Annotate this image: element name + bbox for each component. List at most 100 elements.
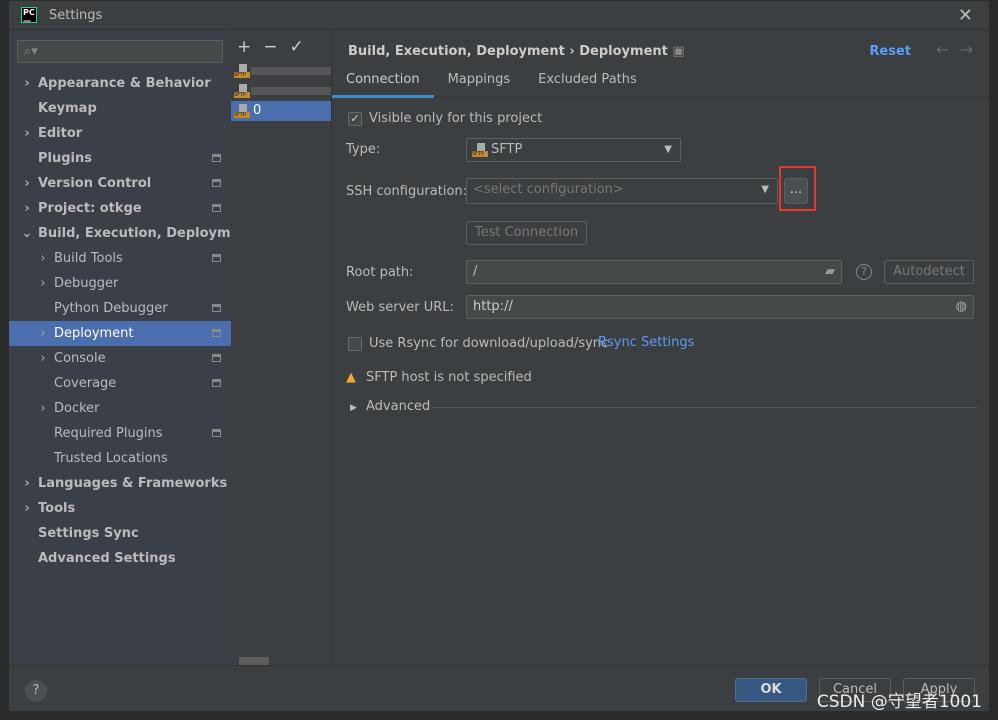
sidebar-item-label: Build Tools: [54, 251, 123, 266]
rsync-label: Use Rsync for download/upload/sync: [369, 336, 609, 351]
type-label: Type:: [346, 142, 381, 157]
search-input[interactable]: ⌕▾: [17, 40, 223, 63]
project-level-icon: [212, 254, 221, 262]
pycharm-logo-icon: PC —: [21, 7, 37, 25]
sidebar-item-label: Appearance & Behavior: [38, 76, 211, 91]
ok-button[interactable]: OK: [735, 678, 807, 702]
sidebar-item[interactable]: › Debugger: [9, 271, 231, 296]
help-button[interactable]: ?: [25, 680, 47, 702]
test-connection-button[interactable]: Test Connection: [466, 221, 587, 245]
sidebar-item[interactable]: › Languages & Frameworks: [9, 471, 231, 496]
deployment-panel: Build, Execution, Deployment › Deploymen…: [332, 30, 991, 665]
server-list-item[interactable]: SFTP: [231, 61, 331, 81]
sidebar-item[interactable]: › Tools: [9, 496, 231, 521]
advanced-section[interactable]: Advanced: [366, 399, 430, 414]
root-path-input[interactable]: / ▰: [466, 260, 842, 284]
sidebar-item[interactable]: Plugins: [9, 146, 231, 171]
project-level-icon: [212, 329, 221, 337]
sidebar-item-label: Trusted Locations: [54, 451, 168, 466]
rsync-settings-link[interactable]: Rsync Settings: [598, 335, 694, 350]
sidebar-item[interactable]: › Editor: [9, 121, 231, 146]
server-list-item[interactable]: SFTP: [231, 81, 331, 101]
root-path-label: Root path:: [346, 265, 414, 280]
breadcrumb: Build, Execution, Deployment › Deploymen…: [348, 44, 685, 59]
warning-icon: ▲: [346, 370, 356, 385]
chevron-down-icon[interactable]: ⌄: [21, 221, 33, 246]
sftp-server-icon: SFTP: [234, 84, 250, 98]
settings-tree: › Appearance & Behavior Keymap › Editor Plugi…: [9, 71, 255, 571]
watermark: CSDN @守望者1001: [816, 692, 982, 712]
sidebar-item-label: Deployment: [54, 326, 134, 341]
folder-icon[interactable]: ▰: [825, 261, 835, 283]
project-level-icon: [212, 154, 221, 162]
project-level-icon: [212, 429, 221, 437]
chevron-right-icon[interactable]: ›: [37, 396, 49, 421]
sidebar-item[interactable]: › Deployment: [9, 321, 231, 346]
chevron-right-icon[interactable]: ›: [21, 71, 33, 96]
visible-only-checkbox[interactable]: ✓: [348, 112, 362, 126]
chevron-right-icon[interactable]: ›: [37, 346, 49, 371]
ssh-config-select[interactable]: <select configuration> ▼: [466, 178, 778, 204]
autodetect-button[interactable]: Autodetect: [884, 260, 974, 284]
sidebar-item[interactable]: › Console: [9, 346, 231, 371]
sidebar-item[interactable]: › Version Control: [9, 171, 231, 196]
sidebar-item-label: Debugger: [54, 276, 119, 291]
chevron-right-icon[interactable]: ›: [21, 471, 33, 496]
sidebar-item[interactable]: Settings Sync: [9, 521, 231, 546]
web-server-url-label: Web server URL:: [346, 300, 454, 315]
tab-mappings[interactable]: Mappings: [434, 68, 525, 98]
sidebar-item[interactable]: ⌄ Build, Execution, Deployment: [9, 221, 255, 246]
ssh-config-label: SSH configuration:: [346, 184, 468, 199]
sidebar-item[interactable]: › Project: otkge: [9, 196, 231, 221]
settings-sidebar: ⌕▾ › Appearance & Behavior Keymap › Editor Pl…: [9, 30, 255, 665]
close-icon[interactable]: ✕: [958, 5, 973, 26]
sidebar-item[interactable]: Python Debugger: [9, 296, 231, 321]
tab-excluded-paths[interactable]: Excluded Paths: [524, 68, 651, 98]
warning-text: SFTP host is not specified: [366, 370, 532, 385]
web-server-url-input[interactable]: http://◍: [466, 295, 974, 319]
tab-bar: Connection Mappings Excluded Paths: [332, 68, 991, 98]
expand-arrow-icon[interactable]: ▶: [350, 403, 357, 413]
sidebar-item[interactable]: › Docker: [9, 396, 231, 421]
back-forward-icons[interactable]: ← →: [936, 40, 973, 59]
chevron-right-icon[interactable]: ›: [37, 321, 49, 346]
sidebar-item[interactable]: › Appearance & Behavior: [9, 71, 231, 96]
sidebar-item[interactable]: Required Plugins: [9, 421, 231, 446]
server-list-item[interactable]: SFTP 0: [231, 101, 331, 121]
chevron-right-icon[interactable]: ›: [37, 271, 49, 296]
sidebar-item-label: Console: [54, 351, 106, 366]
search-icon: ⌕▾: [24, 44, 38, 59]
chevron-right-icon[interactable]: ›: [21, 196, 33, 221]
set-default-button[interactable]: ✓: [290, 37, 304, 57]
title-bar: PC — Settings ✕: [9, 1, 989, 30]
sidebar-item[interactable]: Trusted Locations: [9, 446, 231, 471]
sidebar-item[interactable]: Coverage: [9, 371, 231, 396]
sidebar-item-label: Docker: [54, 401, 100, 416]
remove-server-button[interactable]: −: [263, 37, 277, 57]
globe-icon[interactable]: ◍: [956, 296, 967, 318]
ssh-config-more-button[interactable]: ...: [784, 178, 808, 204]
sftp-server-icon: SFTP: [234, 64, 250, 78]
horizontal-scrollbar[interactable]: [239, 657, 269, 665]
chevron-right-icon[interactable]: ›: [21, 121, 33, 146]
sidebar-item-label: Languages & Frameworks: [38, 476, 228, 491]
chevron-right-icon[interactable]: ›: [21, 171, 33, 196]
sidebar-item-label: Build, Execution, Deployment: [38, 226, 255, 241]
type-select[interactable]: SFTP SFTP ▼: [466, 138, 681, 162]
sidebar-item-label: Coverage: [54, 376, 117, 391]
sidebar-item-label: Settings Sync: [38, 526, 139, 541]
sidebar-item-label: Required Plugins: [54, 426, 163, 441]
sidebar-item[interactable]: Keymap: [9, 96, 231, 121]
chevron-right-icon[interactable]: ›: [37, 246, 49, 271]
blurred-name: [251, 87, 331, 95]
reset-link[interactable]: Reset: [869, 44, 911, 59]
sftp-server-icon: SFTP: [234, 104, 250, 118]
sidebar-item[interactable]: › Build Tools: [9, 246, 231, 271]
help-icon[interactable]: ?: [856, 264, 872, 280]
sidebar-item[interactable]: Advanced Settings: [9, 546, 231, 571]
add-server-button[interactable]: +: [237, 37, 251, 57]
rsync-checkbox[interactable]: [348, 337, 362, 351]
tab-connection[interactable]: Connection: [332, 68, 434, 98]
chevron-right-icon[interactable]: ›: [21, 496, 33, 521]
sidebar-item-label: Python Debugger: [54, 301, 168, 316]
